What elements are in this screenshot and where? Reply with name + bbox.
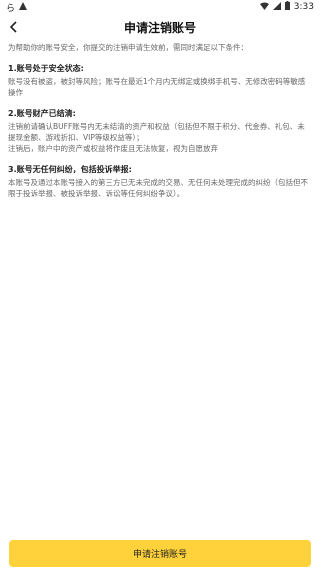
section-body: 账号没有被盗，被封等风险；账号在最近1个月内无绑定或换绑手机号、无修改密码等敏感… [8, 76, 312, 98]
back-button[interactable] [4, 17, 24, 37]
section-body: 注销前请确认BUFF账号内无未结清的资产和权益（包括但不限于积分、代金券、礼包、… [8, 121, 312, 154]
section-paragraph: 账号没有被盗，被封等风险；账号在最近1个月内无绑定或换绑手机号、无修改密码等敏感… [8, 77, 306, 97]
status-time: 3:33 [293, 2, 314, 12]
page-title: 申请注销账号 [123, 20, 196, 35]
section-title: 3.账号无任何纠纷，包括投诉举报: [8, 165, 132, 174]
status-left-text: ら [6, 3, 16, 14]
app-bar: 申请注销账号 [0, 14, 320, 40]
section-safe-state: 1.账号处于安全状态: 账号没有被盗，被封等风险；账号在最近1个月内无绑定或换绑… [8, 63, 312, 98]
notification-icon [19, 1, 28, 13]
intro-text: 为帮助你的账号安全，你提交的注销申请生效前，需同时满足以下条件： [8, 43, 248, 52]
battery-icon [284, 1, 290, 13]
chevron-left-icon [9, 18, 19, 37]
section-paragraph: 注销前请确认BUFF账号内无未结清的资产和权益（包括但不限于积分、代金券、礼包、… [8, 122, 305, 142]
section-paragraph: 注销后，账户中的资产或权益将作废且无法恢复，视为自愿放弃 [8, 144, 218, 153]
section-assets-cleared: 2.账号财产已结清: 注销前请确认BUFF账号内无未结清的资产和权益（包括但不限… [8, 108, 312, 154]
status-left: ら [6, 1, 28, 14]
submit-deactivation-button[interactable]: 申请注销账号 [9, 540, 311, 567]
section-title: 2.账号财产已结清: [8, 109, 76, 118]
signal-icon [272, 1, 281, 13]
content: 为帮助你的账号安全，你提交的注销申请生效前，需同时满足以下条件： 1.账号处于安… [8, 42, 312, 209]
status-bar: ら 3:33 [0, 0, 320, 14]
status-right: 3:33 [259, 1, 314, 13]
section-title: 1.账号处于安全状态: [8, 64, 84, 73]
section-no-disputes: 3.账号无任何纠纷，包括投诉举报: 本账号及通过本账号接入的第三方已无未完成的交… [8, 164, 312, 199]
wifi-icon [259, 2, 269, 13]
section-body: 本账号及通过本账号接入的第三方已无未完成的交易、无任何未处理完成的纠纷（包括但不… [8, 177, 312, 199]
section-paragraph: 本账号及通过本账号接入的第三方已无未完成的交易、无任何未处理完成的纠纷（包括但不… [8, 178, 308, 198]
